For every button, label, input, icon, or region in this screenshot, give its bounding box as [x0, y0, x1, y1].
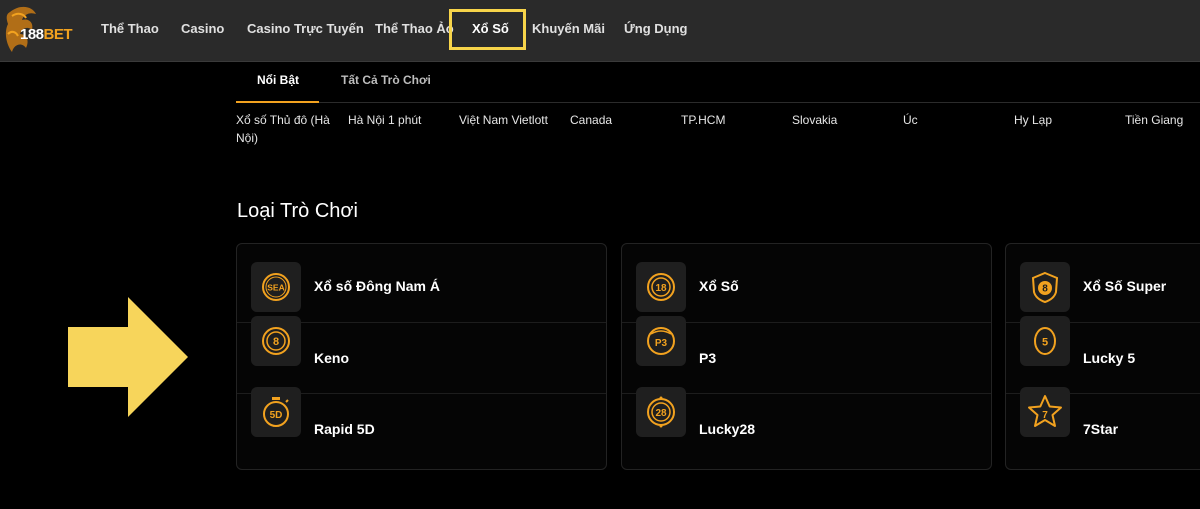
- svg-text:7: 7: [1042, 410, 1048, 421]
- game-item-xo-so-dong-nam-a[interactable]: SEA Xổ số Đông Nam Á: [237, 244, 606, 315]
- game-label: Xổ Số Super: [1083, 278, 1167, 294]
- keno-8-ball-icon: 8: [251, 316, 301, 366]
- svg-text:SEA: SEA: [267, 283, 284, 293]
- province-viet-nam-vietlott[interactable]: Việt Nam Vietlott: [459, 111, 563, 129]
- game-item-p3[interactable]: P3 P3: [622, 316, 991, 393]
- svg-text:5: 5: [1042, 337, 1048, 349]
- lucky28-ball-icon: 28: [636, 387, 686, 437]
- svg-text:8: 8: [1042, 284, 1048, 295]
- province-canada[interactable]: Canada: [570, 111, 674, 129]
- province-tp-hcm[interactable]: TP.HCM: [681, 111, 785, 129]
- province-ha-noi-1-phut[interactable]: Hà Nội 1 phút: [348, 111, 452, 129]
- nav-casino[interactable]: Casino: [181, 21, 224, 36]
- game-label: Lucky 5: [1083, 350, 1136, 366]
- tab-noi-bat[interactable]: Nổi Bật: [257, 73, 299, 87]
- game-label: Lucky28: [699, 421, 756, 437]
- province-hy-lap[interactable]: Hy Lạp: [1014, 111, 1118, 129]
- svg-text:18: 18: [655, 283, 667, 294]
- brand-wordmark: 188BET: [20, 26, 73, 43]
- game-item-xo-so[interactable]: 18 Xổ Số: [622, 244, 991, 315]
- province-uc[interactable]: Úc: [903, 111, 1007, 129]
- province-slovakia[interactable]: Slovakia: [792, 111, 896, 129]
- nav-the-thao[interactable]: Thể Thao: [101, 21, 159, 36]
- nav-the-thao-ao[interactable]: Thể Thao Ảo: [375, 21, 454, 36]
- rapid-5d-stopwatch-icon: 5D: [251, 387, 301, 437]
- section-title-loai-tro-choi: Loại Trò Chơi: [237, 200, 358, 222]
- nav-xo-so[interactable]: Xổ Số: [472, 21, 509, 36]
- nav-khuyen-mai[interactable]: Khuyến Mãi: [532, 21, 605, 36]
- game-item-xo-so-super[interactable]: 8 Xổ Số Super: [1006, 244, 1200, 315]
- province-thu-do-ha-noi[interactable]: Xổ số Thủ đô (Hà Nội): [236, 111, 340, 147]
- svg-text:P3: P3: [655, 338, 668, 349]
- game-label: Xổ Số: [699, 278, 739, 294]
- game-item-keno[interactable]: 8 Keno: [237, 316, 606, 393]
- game-item-lucky28[interactable]: 28 Lucky28: [622, 387, 991, 464]
- game-card-column-3: 8 Xổ Số Super 5 Lucky 5 7 7Star: [1005, 243, 1200, 470]
- nav-ung-dung[interactable]: Ứng Dụng: [624, 21, 688, 36]
- tab-divider: [236, 102, 1200, 103]
- lucky5-coin-icon: 5: [1020, 316, 1070, 366]
- game-item-lucky-5[interactable]: 5 Lucky 5: [1006, 316, 1200, 393]
- brand-logo[interactable]: 188BET: [2, 4, 73, 58]
- game-item-7star[interactable]: 7 7Star: [1006, 387, 1200, 464]
- game-item-rapid-5d[interactable]: 5D Rapid 5D: [237, 387, 606, 464]
- seven-star-icon: 7: [1020, 387, 1070, 437]
- game-label: Keno: [314, 350, 349, 366]
- game-card-column-2: 18 Xổ Số P3 P3 28 Lucky28: [621, 243, 992, 470]
- game-label: P3: [699, 350, 717, 366]
- active-tab-underline: [236, 101, 319, 103]
- game-label: Rapid 5D: [314, 421, 375, 437]
- svg-text:8: 8: [273, 336, 279, 348]
- top-navigation-bar: 188BET Thể Thao Casino Casino Trực Tuyến…: [0, 0, 1200, 62]
- svg-text:28: 28: [655, 408, 667, 419]
- game-card-column-1: SEA Xổ số Đông Nam Á 8 Keno 5D Rapid 5D: [236, 243, 607, 470]
- right-arrow-icon: [68, 297, 188, 417]
- nav-casino-truc-tuyen[interactable]: Casino Trực Tuyến: [247, 21, 364, 36]
- sea-lottery-icon: SEA: [251, 262, 301, 312]
- game-label: Xổ số Đông Nam Á: [314, 278, 441, 294]
- game-label: 7Star: [1083, 421, 1119, 437]
- p3-ball-icon: P3: [636, 316, 686, 366]
- lottery-18-ball-icon: 18: [636, 262, 686, 312]
- province-tien-giang[interactable]: Tiền Giang: [1125, 111, 1200, 129]
- super-8-shield-icon: 8: [1020, 262, 1070, 312]
- tab-tat-ca-tro-choi[interactable]: Tất Cả Trò Chơi: [341, 73, 431, 87]
- svg-text:5D: 5D: [270, 410, 283, 421]
